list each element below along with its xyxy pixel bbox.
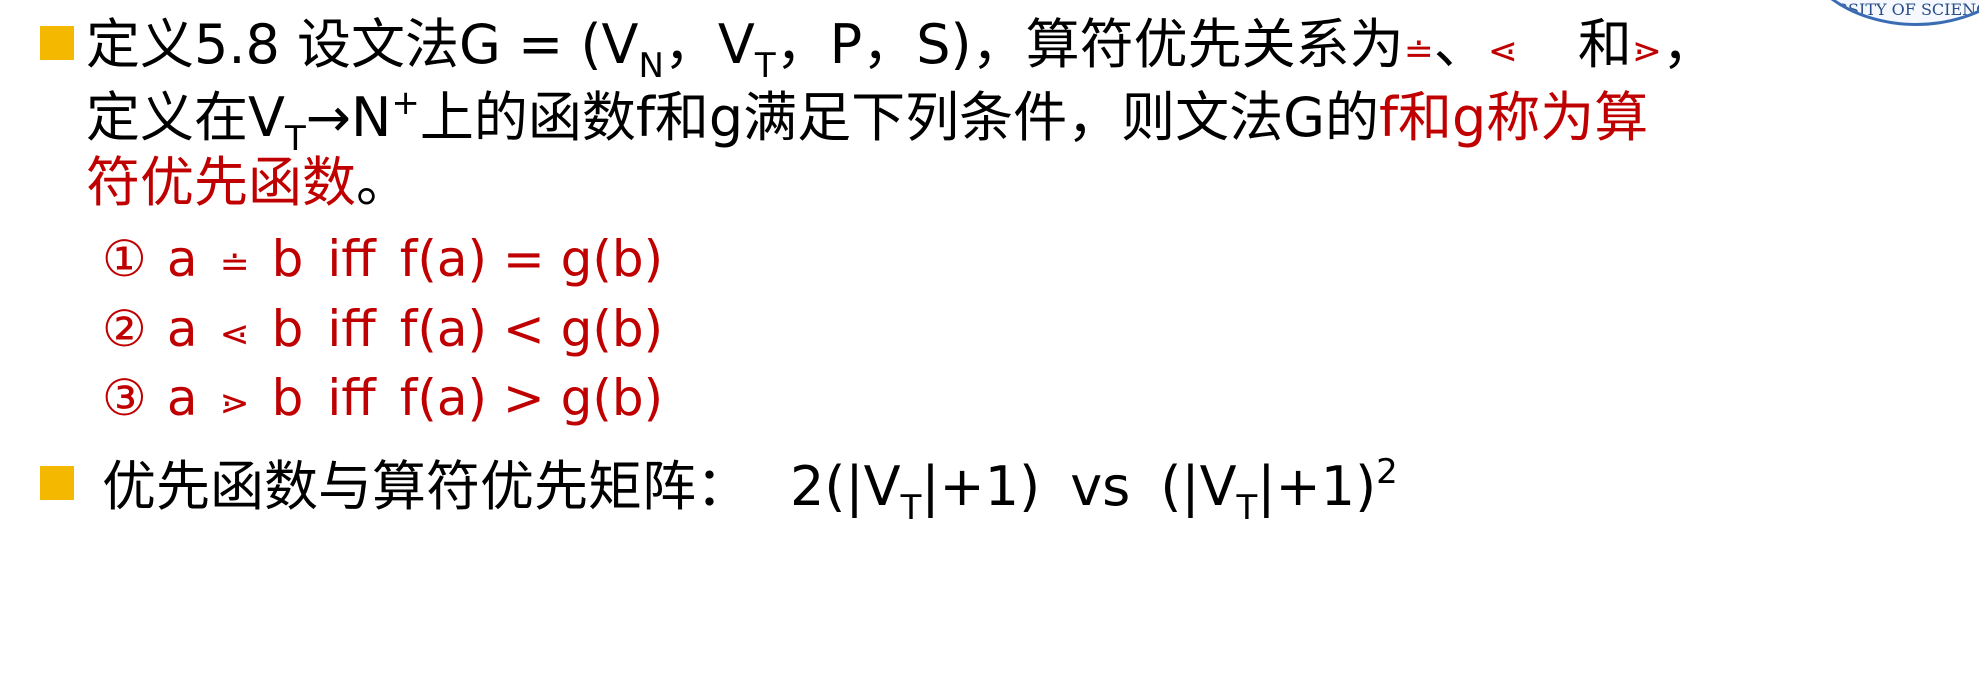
gt-relation-symbol: ⋗ (1631, 31, 1663, 72)
condition-expr: f(a) < g(b) (399, 300, 664, 358)
condition-number: ② (102, 300, 147, 358)
sub-n: N (638, 46, 664, 86)
formula-right-sup: 2 (1376, 452, 1398, 492)
university-logo: RSITY OF SCIENCE (1793, 0, 1979, 26)
formula-vs: vs (1070, 455, 1131, 518)
condition-op: ⋖ (219, 314, 250, 355)
formula-left-sub: T (900, 488, 922, 528)
condition-b: b (271, 300, 304, 358)
condition-number: ③ (102, 369, 147, 427)
definition-line-2: 定义在VT→N+上的函数f和g满足下列条件，则文法G的f和g称为算 (86, 86, 1648, 156)
line2-b: →N (305, 86, 392, 149)
condition-iff: iff (327, 369, 376, 427)
formula-right-a: (|V (1160, 455, 1237, 518)
sub-t: T (754, 46, 776, 86)
lt-relation-symbol: ⋖ (1487, 31, 1518, 72)
formula-right-sub: T (1236, 488, 1258, 528)
condition-expr: f(a) > g(b) (399, 369, 664, 427)
condition-2: ② a ⋖ b iff f(a) < g(b) (102, 304, 663, 354)
condition-b: b (271, 230, 304, 288)
def-and: 和 (1577, 13, 1632, 76)
logo-text: RSITY OF SCIENCE (1836, 0, 1979, 19)
condition-3: ③ a ⋗ b iff f(a) > g(b) (102, 373, 663, 423)
condition-1: ① a ≐ b iff f(a) = g(b) (102, 234, 663, 284)
formula-left-a: 2(|V (790, 455, 901, 518)
def-mid1: ，V (663, 13, 755, 76)
comparison-label: 优先函数与算符优先矩阵： (102, 455, 750, 518)
comparison-line: 优先函数与算符优先矩阵： 2(|VT|+1) vs (|VT|+1)2 (102, 455, 1398, 525)
sup-plus: + (391, 83, 420, 123)
line2-c: 上的函数f和g满足下列条件，则文法G的 (419, 86, 1380, 149)
highlight-1: f和g称为算 (1379, 86, 1649, 149)
formula-right-b: |+1) (1257, 455, 1377, 518)
condition-b: b (271, 369, 304, 427)
def-comma: ， (1662, 13, 1717, 76)
condition-expr: f(a) = g(b) (399, 230, 664, 288)
condition-iff: iff (327, 230, 376, 288)
condition-number: ① (102, 230, 147, 288)
def-prefix: 定义5.8 设文法G = (V (86, 13, 639, 76)
def-mid2: ，P，S)，算符优先关系为 (775, 13, 1404, 76)
condition-op: ⋗ (219, 383, 250, 424)
condition-a: a (166, 230, 198, 288)
condition-iff: iff (327, 300, 376, 358)
bullet-2 (40, 466, 74, 500)
bullet-1 (40, 26, 74, 60)
condition-op: ≐ (219, 244, 250, 285)
line2-a: 定义在V (86, 86, 285, 149)
formula-left-b: |+1) (921, 455, 1041, 518)
condition-a: a (166, 369, 198, 427)
definition-line-1: 定义5.8 设文法G = (VN，VT，P，S)，算符优先关系为≐、⋖ 和⋗， (86, 18, 1716, 86)
eq-relation-symbol: ≐ (1403, 31, 1434, 72)
def-sep: 、 (1433, 13, 1488, 76)
highlight-2: 符优先函数 (86, 151, 356, 214)
condition-a: a (166, 300, 198, 358)
definition-line-3: 符优先函数。 (86, 156, 410, 210)
period: 。 (356, 151, 410, 214)
